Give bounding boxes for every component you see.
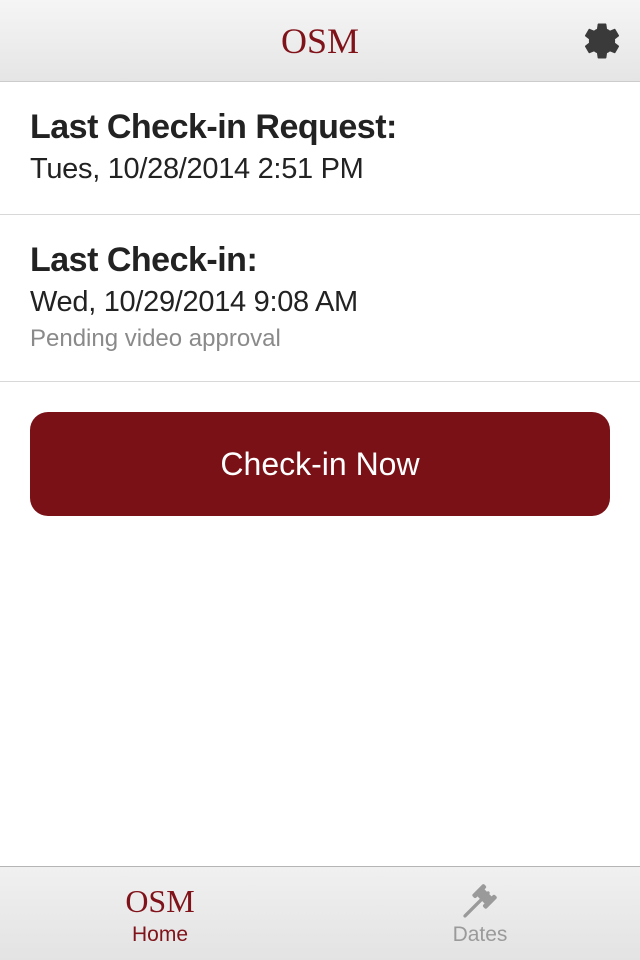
last-checkin-section: Last Check-in: Wed, 10/29/2014 9:08 AM P… — [0, 215, 640, 382]
dates-tab-icon — [460, 880, 500, 922]
last-checkin-value: Wed, 10/29/2014 9:08 AM — [30, 286, 610, 319]
checkin-status: Pending video approval — [30, 325, 610, 353]
action-area: Check-in Now — [0, 382, 640, 546]
home-tab-icon: OSM — [125, 880, 194, 922]
checkin-now-button[interactable]: Check-in Now — [30, 412, 610, 516]
dates-tab-label: Dates — [453, 923, 508, 947]
last-request-label: Last Check-in Request: — [30, 108, 610, 147]
tab-dates[interactable]: Dates — [320, 867, 640, 960]
last-checkin-label: Last Check-in: — [30, 241, 610, 280]
last-checkin-request-section: Last Check-in Request: Tues, 10/28/2014 … — [0, 82, 640, 215]
tab-home[interactable]: OSM Home — [0, 867, 320, 960]
home-tab-label: Home — [132, 923, 188, 947]
settings-button[interactable] — [578, 17, 626, 65]
app-header: OSM — [0, 0, 640, 82]
tab-bar: OSM Home Dates — [0, 866, 640, 960]
page-title: OSM — [281, 20, 359, 62]
last-request-value: Tues, 10/28/2014 2:51 PM — [30, 153, 610, 186]
gear-icon — [581, 20, 623, 62]
osm-logo-text-icon: OSM — [125, 885, 194, 917]
gavel-icon — [460, 881, 500, 921]
